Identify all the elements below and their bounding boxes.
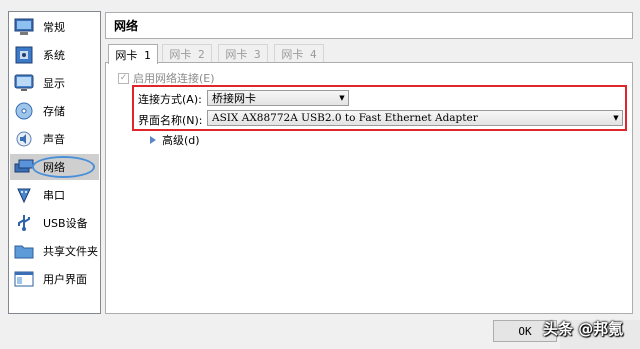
attached-to-select[interactable]: 桥接网卡 ▼	[207, 90, 349, 106]
sidebar-item-label: 存储	[43, 105, 65, 118]
user-interface-icon	[13, 269, 35, 289]
sidebar-item-storage[interactable]: 存储	[10, 98, 99, 124]
sidebar-item-user-interface[interactable]: 用户界面	[10, 266, 99, 292]
sidebar-item-usb[interactable]: USB设备	[10, 210, 99, 236]
sidebar-item-shared-folders[interactable]: 共享文件夹	[10, 238, 99, 264]
sidebar-item-general[interactable]: 常规	[10, 14, 99, 40]
advanced-toggle[interactable]: 高级(d)	[150, 132, 200, 148]
tab-adapter-4[interactable]: 网卡 4	[274, 44, 324, 63]
tab-adapter-3[interactable]: 网卡 3	[218, 44, 268, 63]
attached-to-label: 连接方式(A):	[138, 93, 202, 106]
sidebar-item-serial-port[interactable]: 串口	[10, 182, 99, 208]
display-icon	[13, 73, 35, 93]
interface-name-label: 界面名称(N):	[138, 114, 203, 127]
sidebar-item-label: 用户界面	[43, 273, 87, 286]
attached-to-value: 桥接网卡	[212, 92, 256, 105]
sidebar-item-label: 系统	[43, 49, 65, 62]
interface-name-value: ASIX AX88772A USB2.0 to Fast Ethernet Ad…	[212, 112, 478, 124]
page-title: 网络	[105, 12, 633, 39]
shared-folder-icon	[13, 241, 35, 261]
sidebar-item-display[interactable]: 显示	[10, 70, 99, 96]
general-icon	[13, 17, 35, 37]
chevron-down-icon: ▼	[613, 114, 619, 122]
adapter-panel: ✓ 启用网络连接(E) 连接方式(A): 桥接网卡 ▼ 界面名称(N): ASI…	[105, 62, 633, 314]
enable-network-row[interactable]: ✓ 启用网络连接(E)	[118, 70, 215, 86]
interface-name-select[interactable]: ASIX AX88772A USB2.0 to Fast Ethernet Ad…	[207, 110, 623, 126]
system-icon	[13, 45, 35, 65]
sidebar-item-network[interactable]: 网络	[10, 154, 99, 180]
usb-icon	[13, 213, 35, 233]
tab-adapter-1[interactable]: 网卡 1	[108, 44, 158, 64]
sidebar-item-label: 串口	[43, 189, 65, 202]
tab-adapter-2[interactable]: 网卡 2	[162, 44, 212, 63]
serial-port-icon	[13, 185, 35, 205]
settings-sidebar: 常规 系统 显示 存储 声音 网络 串口 USB设备 共享文件夹 用户界面	[8, 11, 101, 314]
sidebar-item-system[interactable]: 系统	[10, 42, 99, 68]
sidebar-item-label: 声音	[43, 133, 65, 146]
sidebar-item-audio[interactable]: 声音	[10, 126, 99, 152]
audio-icon	[13, 129, 35, 149]
storage-icon	[13, 101, 35, 121]
sidebar-item-label: 网络	[43, 161, 65, 174]
advanced-label: 高级(d)	[162, 134, 200, 147]
network-icon	[13, 157, 35, 177]
expand-arrow-icon	[150, 136, 156, 144]
sidebar-item-label: USB设备	[43, 217, 88, 230]
enable-network-label: 启用网络连接(E)	[133, 72, 215, 85]
sidebar-item-label: 常规	[43, 21, 65, 34]
sidebar-item-label: 显示	[43, 77, 65, 90]
sidebar-item-label: 共享文件夹	[43, 245, 98, 258]
chevron-down-icon: ▼	[339, 94, 345, 102]
watermark: 头条 @邦氪	[543, 320, 624, 338]
enable-network-checkbox[interactable]: ✓	[118, 72, 129, 84]
